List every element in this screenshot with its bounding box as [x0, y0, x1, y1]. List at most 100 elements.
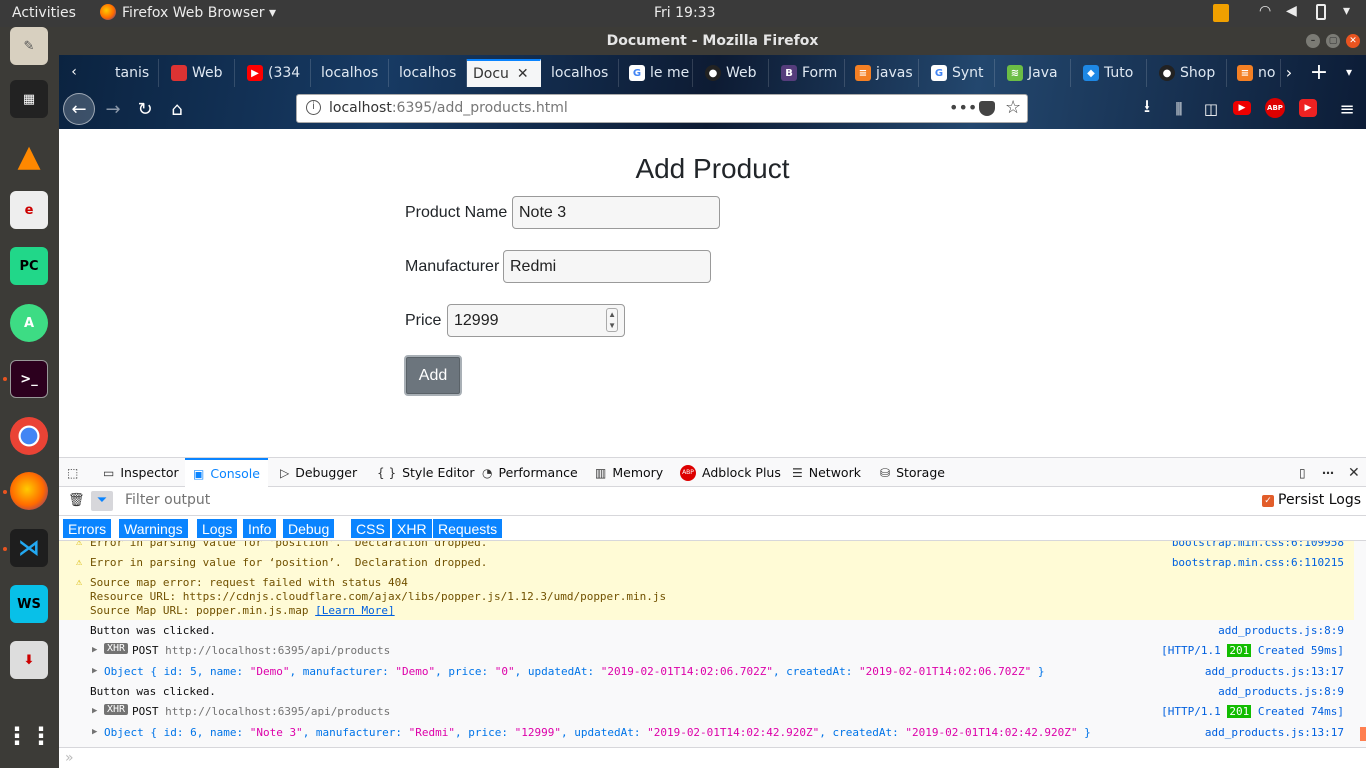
tab-performance[interactable]: ◔ Performance [482, 458, 578, 487]
tab[interactable]: ● Shop [1153, 59, 1227, 87]
home-button[interactable]: ⌂ [165, 97, 189, 121]
library-icon[interactable]: ⫼ [1167, 97, 1191, 121]
filter-icon[interactable]: ⏷ [91, 491, 113, 511]
menu-icon[interactable]: ≡ [1335, 97, 1359, 121]
console-object[interactable]: Object { id: 5, name: "Demo", manufactur… [104, 665, 1044, 678]
android-studio-icon[interactable]: A [10, 304, 48, 342]
product-name-input[interactable]: Note 3 [512, 196, 720, 229]
reload-button[interactable]: ↻ [133, 97, 157, 121]
source-link[interactable]: add_products.js:13:17 [1205, 665, 1344, 678]
pycharm-icon[interactable]: PC [10, 247, 48, 285]
expand-icon[interactable]: ▶ [92, 706, 97, 716]
tab-inspector[interactable]: ▭ Inspector [103, 458, 179, 487]
tab[interactable]: B Form [775, 59, 845, 87]
expand-icon[interactable]: ▶ [92, 666, 97, 676]
source-link[interactable]: bootstrap.min.css:6:110215 [1172, 556, 1344, 569]
vscode-icon[interactable]: ⋊ [10, 529, 48, 567]
sidebar-icon[interactable]: ◫ [1199, 97, 1223, 121]
battery-icon[interactable] [1316, 4, 1326, 20]
minimize-button[interactable]: – [1306, 34, 1320, 48]
app-menu[interactable]: Firefox Web Browser ▾ [122, 5, 276, 21]
tab-style-editor[interactable]: { } Style Editor [377, 458, 474, 487]
tab[interactable]: Web [165, 59, 235, 87]
trash-icon[interactable]: 🗑 [68, 493, 85, 508]
filter-info-button[interactable]: Info [243, 519, 277, 538]
terminal-icon[interactable]: >_ [10, 360, 48, 398]
software-updater-icon[interactable]: ⬇ [10, 641, 48, 679]
source-link[interactable]: bootstrap.min.css:6:109958 [1172, 541, 1344, 549]
pocket-icon[interactable] [979, 101, 995, 116]
text-editor-icon[interactable]: ✎ [10, 27, 48, 65]
persist-logs-checkbox[interactable]: ✓ [1262, 495, 1274, 507]
xhr-request[interactable]: POST http://localhost:6395/api/products [132, 644, 390, 657]
activities-button[interactable]: Activities [12, 5, 76, 21]
close-devtools-icon[interactable]: ✕ [1348, 458, 1366, 487]
video-editor-icon[interactable]: ▦ [10, 80, 48, 118]
close-tab-icon[interactable]: ✕ [517, 66, 529, 82]
tab-adblock-plus[interactable]: ABP Adblock Plus [680, 458, 781, 487]
tab[interactable]: tanis [109, 59, 159, 87]
vlc-icon[interactable]: ▲ [10, 137, 48, 175]
console-input[interactable]: » [59, 747, 1366, 769]
tab[interactable]: Gle me [623, 59, 693, 87]
back-button[interactable]: ← [63, 93, 95, 125]
filter-warnings-button[interactable]: Warnings [119, 519, 188, 538]
tab-console[interactable]: ▣ Console [185, 458, 268, 487]
clock[interactable]: Fri 19:33 [654, 5, 715, 21]
adblock-plus-icon[interactable]: ABP [1265, 98, 1285, 118]
forward-button[interactable]: → [101, 97, 125, 121]
info-icon[interactable]: i [306, 100, 321, 115]
expand-icon[interactable]: ▶ [92, 645, 97, 655]
filter-logs-button[interactable]: Logs [197, 519, 238, 538]
filter-css-button[interactable]: CSS [351, 519, 390, 538]
filter-errors-button[interactable]: Errors [63, 519, 112, 538]
dock-side-icon[interactable]: ▯ [1299, 458, 1312, 487]
source-link[interactable]: add_products.js:8:9 [1218, 624, 1344, 637]
tab-debugger[interactable]: ▷ Debugger [280, 458, 357, 487]
tab[interactable]: ≡ javas [849, 59, 919, 87]
filter-requests-button[interactable]: Requests [433, 519, 503, 538]
bookmark-star-icon[interactable]: ☆ [1005, 97, 1021, 118]
tab-active[interactable]: Docu ✕ [467, 59, 541, 87]
add-button[interactable]: Add [404, 355, 462, 396]
tab[interactable]: localhos [545, 59, 619, 87]
more-options-icon[interactable]: ⋯ [1322, 458, 1340, 487]
show-apps-icon[interactable]: ⋮⋮ [5, 717, 53, 755]
maximize-button[interactable]: ▢ [1326, 34, 1340, 48]
close-window-button[interactable]: ✕ [1346, 34, 1360, 48]
addon-icon[interactable]: ▶ [1299, 99, 1317, 117]
tab[interactable]: ▶ (334 [241, 59, 311, 87]
tab[interactable]: G Synt [925, 59, 995, 87]
pick-element-icon[interactable]: ⬚ [67, 458, 84, 487]
filter-output-input[interactable]: Filter output [125, 492, 210, 508]
filter-xhr-button[interactable]: XHR [392, 519, 432, 538]
console-object[interactable]: Object { id: 6, name: "Note 3", manufact… [104, 726, 1091, 739]
chevron-down-icon[interactable]: ▾ [1343, 3, 1350, 19]
tab-storage[interactable]: ⛁ Storage [880, 458, 945, 487]
tab[interactable]: ≋ Java [1001, 59, 1071, 87]
scroll-tabs-left-icon[interactable]: ‹ [67, 63, 81, 81]
tray-app-icon[interactable] [1213, 4, 1229, 22]
price-input[interactable]: 12999 ▲ ▼ [447, 304, 625, 337]
expand-icon[interactable]: ▶ [92, 727, 97, 737]
url-text[interactable]: localhost:6395/add_products.html [329, 100, 568, 116]
downloads-icon[interactable]: ⭳ [1135, 96, 1159, 121]
webstorm-icon[interactable]: WS [10, 585, 48, 623]
page-actions-icon[interactable]: ••• [949, 98, 977, 117]
all-tabs-icon[interactable]: ▾ [1339, 63, 1359, 81]
firefox-dock-icon[interactable] [10, 472, 48, 510]
tab-memory[interactable]: ▥ Memory [595, 458, 663, 487]
number-stepper-icon[interactable]: ▲ ▼ [606, 308, 618, 332]
scroll-tabs-right-icon[interactable]: › [1281, 63, 1297, 82]
tab[interactable]: ◆ Tuto [1077, 59, 1147, 87]
tab[interactable]: ● Web [699, 59, 769, 87]
learn-more-link[interactable]: [Learn More] [315, 604, 394, 617]
tab[interactable]: localhos [315, 59, 389, 87]
source-link[interactable]: add_products.js:13:17 [1205, 726, 1344, 739]
chrome-icon[interactable] [10, 417, 48, 455]
tab[interactable]: localhos [393, 59, 467, 87]
wifi-icon[interactable]: ◠ [1259, 3, 1271, 19]
youtube-addon-icon[interactable]: ▶ [1233, 101, 1251, 115]
new-tab-button[interactable]: + [1309, 60, 1329, 85]
source-link[interactable]: add_products.js:8:9 [1218, 685, 1344, 698]
